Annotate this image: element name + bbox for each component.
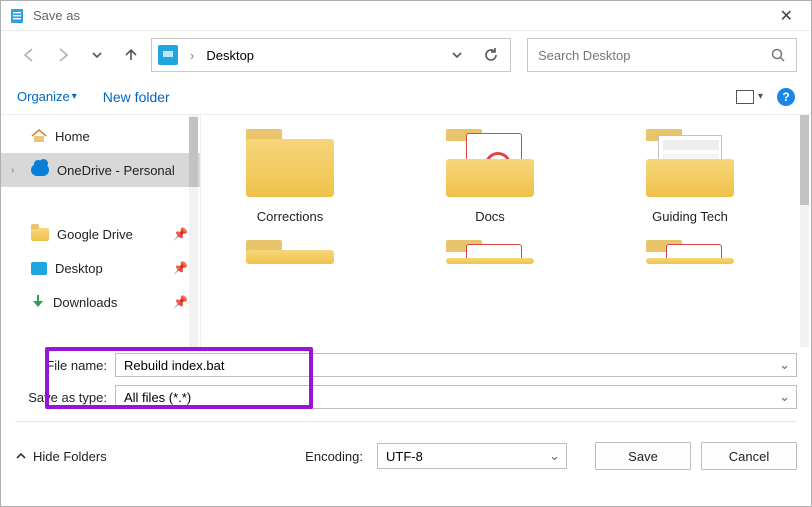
file-name-input[interactable]: Rebuild index.bat ⌄ [115,353,797,377]
cloud-icon [31,164,49,176]
back-button[interactable] [15,41,43,69]
new-folder-button[interactable]: New folder [103,89,170,105]
chevron-right-icon[interactable]: › [11,165,14,176]
save-as-type-select[interactable]: All files (*.*) ⌄ [115,385,797,409]
home-icon [31,129,47,143]
file-pane[interactable]: Corrections Docs Guiding Tech [201,115,811,347]
nav-row: › Desktop Search Desktop [1,31,811,79]
address-bar[interactable]: › Desktop [151,38,511,72]
sidebar-item-downloads[interactable]: Downloads 📌 [1,285,200,319]
sidebar-item-label: Downloads [53,295,117,310]
help-button[interactable]: ? [777,88,795,106]
sidebar-item-onedrive[interactable]: › OneDrive - Personal [1,153,200,187]
pin-icon: 📌 [173,295,188,309]
chevron-down-icon[interactable]: ⌄ [779,357,790,373]
pin-icon: 📌 [173,261,188,275]
encoding-select[interactable]: UTF-8 ⌄ [377,443,567,469]
sidebar-item-label: OneDrive - Personal [57,163,175,178]
folder-item[interactable] [635,236,745,264]
desktop-icon [158,45,178,65]
encoding-label: Encoding: [305,449,363,464]
sidebar: Home › OneDrive - Personal Google Drive … [1,115,201,347]
address-dropdown[interactable] [444,42,470,68]
folder-label: Docs [475,209,505,224]
folder-item[interactable]: Corrections [235,125,345,224]
save-button[interactable]: Save [595,442,691,470]
hide-folders-toggle[interactable]: Hide Folders [15,449,107,464]
sidebar-item-home[interactable]: Home [1,119,200,153]
chevron-down-icon[interactable]: ⌄ [549,448,560,464]
search-placeholder: Search Desktop [538,48,631,63]
pin-icon: 📌 [173,227,188,241]
organize-menu[interactable]: Organize▾ [17,89,77,104]
encoding-value: UTF-8 [386,449,423,464]
sidebar-item-label: Home [55,129,90,144]
folder-item[interactable]: Docs [435,125,545,224]
notepad-icon [9,8,25,24]
sidebar-item-google-drive[interactable]: Google Drive 📌 [1,217,200,251]
body: Home › OneDrive - Personal Google Drive … [1,115,811,347]
folder-item[interactable] [435,236,545,264]
folder-icon [31,228,49,241]
recent-dropdown[interactable] [83,41,111,69]
refresh-button[interactable] [478,42,504,68]
window-title: Save as [33,8,80,23]
location-text: Desktop [206,48,254,63]
chevron-down-icon[interactable]: ⌄ [779,389,790,405]
chevron-right-icon: › [186,48,198,63]
titlebar: Save as ✕ [1,1,811,31]
forward-button[interactable] [49,41,77,69]
folder-item[interactable] [235,236,345,264]
save-as-type-value: All files (*.*) [124,390,191,405]
close-button[interactable]: ✕ [770,2,803,30]
view-mode-button[interactable]: ▾ [736,90,763,104]
form-area: File name: Rebuild index.bat ⌄ Save as t… [1,347,811,434]
file-name-label: File name: [15,358,115,373]
save-as-type-label: Save as type: [15,390,115,405]
up-button[interactable] [117,41,145,69]
sidebar-item-label: Desktop [55,261,103,276]
search-box[interactable]: Search Desktop [527,38,797,72]
chevron-up-icon [15,450,27,462]
sidebar-item-label: Google Drive [57,227,133,242]
folder-label: Corrections [257,209,323,224]
desktop-icon [31,262,47,275]
footer: Hide Folders Encoding: UTF-8 ⌄ Save Canc… [1,434,811,478]
sidebar-item-desktop[interactable]: Desktop 📌 [1,251,200,285]
folder-label: Guiding Tech [652,209,728,224]
download-icon [31,295,45,309]
pane-scrollbar-thumb[interactable] [800,115,809,205]
search-icon [770,47,786,63]
sidebar-scrollbar-thumb[interactable] [189,117,198,187]
toolbar: Organize▾ New folder ▾ ? [1,79,811,115]
separator [15,421,797,422]
file-name-value: Rebuild index.bat [124,358,224,373]
cancel-button[interactable]: Cancel [701,442,797,470]
folder-item[interactable]: Guiding Tech [635,125,745,224]
